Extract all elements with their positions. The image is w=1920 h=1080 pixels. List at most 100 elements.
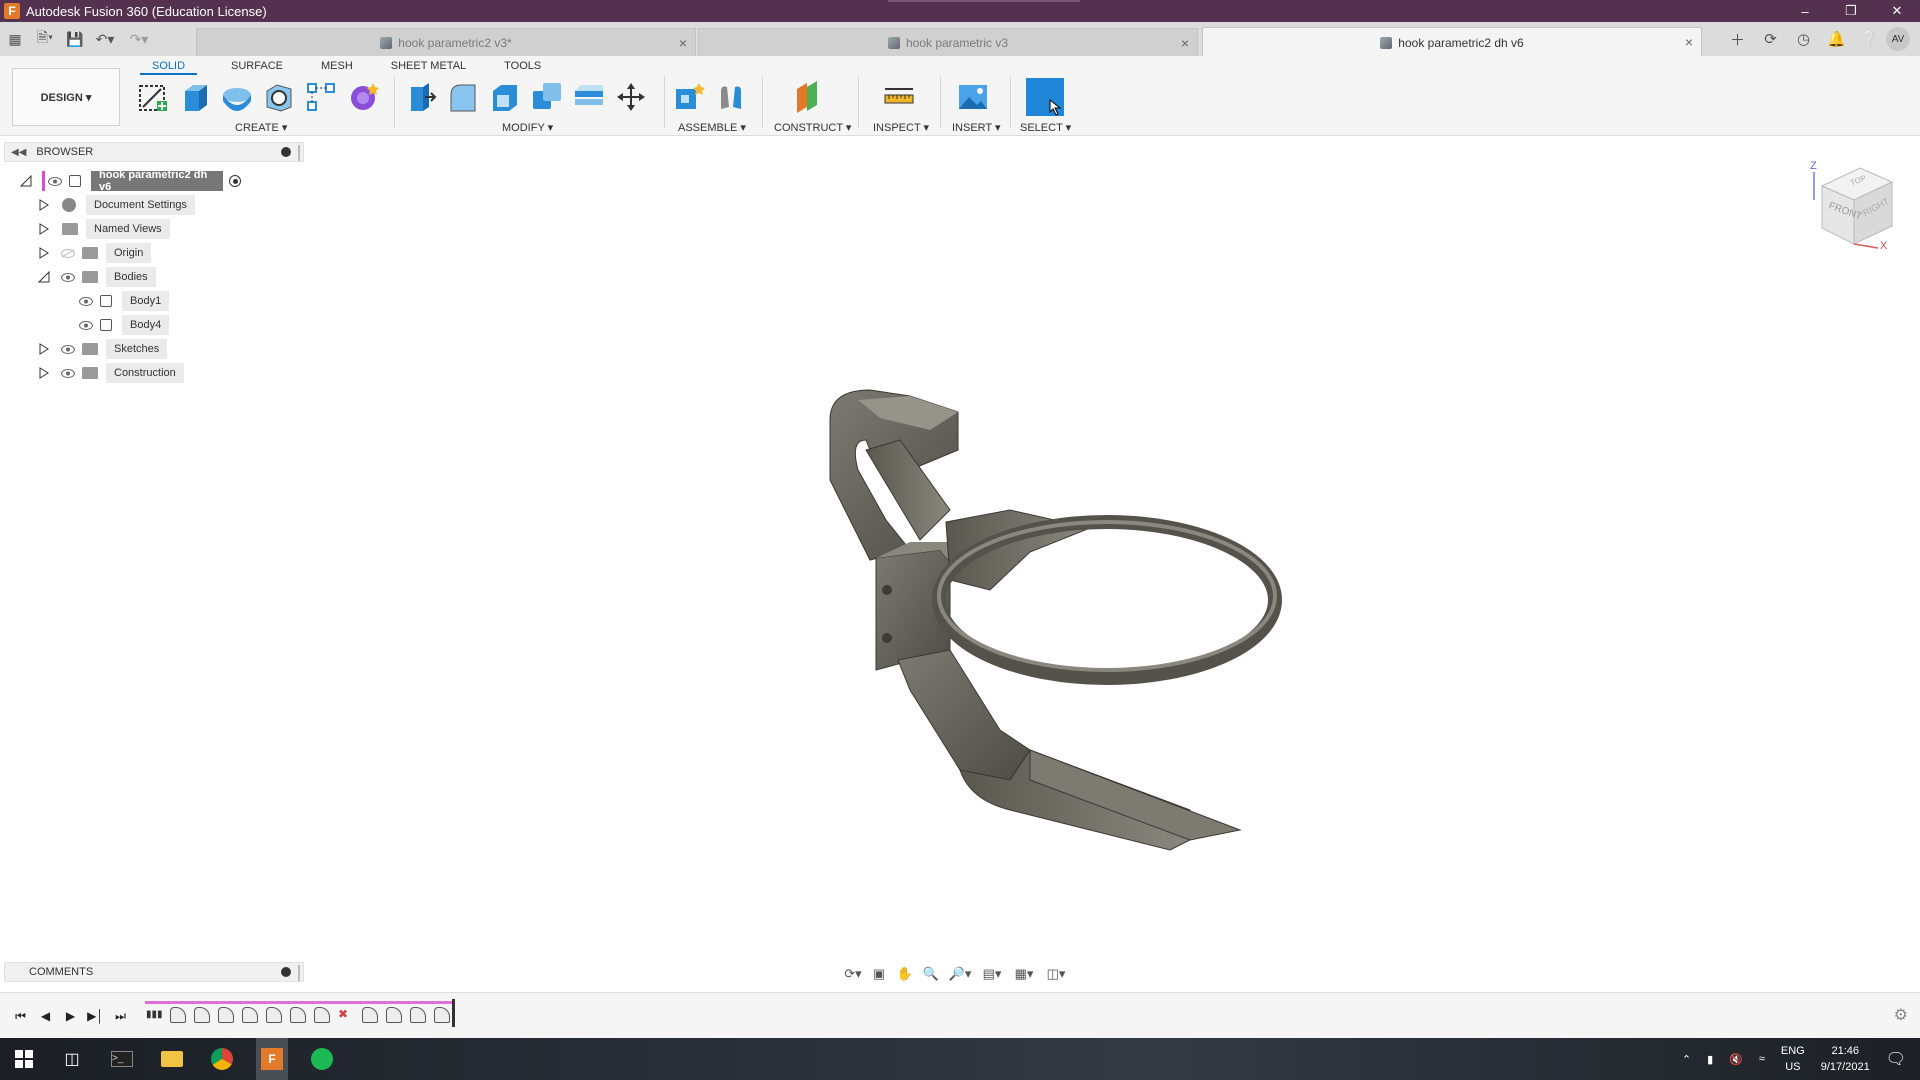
press-pull-icon[interactable] bbox=[404, 80, 438, 114]
visibility-eye-icon[interactable] bbox=[60, 344, 76, 354]
viewport-canvas[interactable] bbox=[310, 150, 1790, 950]
timeline-settings-gear-icon[interactable]: ⚙ bbox=[1894, 1005, 1908, 1025]
timeline-sketch-feature[interactable] bbox=[170, 1007, 186, 1023]
tab-mesh[interactable]: MESH bbox=[309, 59, 365, 75]
timeline-sketch-feature[interactable] bbox=[266, 1007, 282, 1023]
create-form-icon[interactable] bbox=[346, 80, 380, 114]
joint-icon[interactable] bbox=[714, 80, 748, 114]
timeline-sketch-feature[interactable] bbox=[218, 1007, 234, 1023]
tab-hook-parametric2-dh-v6[interactable]: hook parametric2 dh v6 × bbox=[1202, 27, 1702, 57]
timeline-error-feature-icon[interactable]: ✖ bbox=[338, 1007, 354, 1023]
redo-icon[interactable]: ↷▾ bbox=[122, 27, 156, 51]
tree-item-named-views[interactable]: Named Views bbox=[38, 219, 170, 239]
tree-item-body4[interactable]: Body4 bbox=[78, 315, 170, 335]
undo-icon[interactable]: ↶▾ bbox=[88, 27, 122, 51]
timeline-sketch-feature[interactable] bbox=[314, 1007, 330, 1023]
visibility-eye-icon[interactable] bbox=[60, 272, 76, 282]
tab-tools[interactable]: TOOLS bbox=[492, 59, 553, 75]
file-menu-icon[interactable]: 🗎▾ bbox=[28, 27, 62, 51]
restore-icon[interactable]: ❐ bbox=[1828, 0, 1874, 22]
browser-root-node[interactable]: hook parametric2 dh v6 bbox=[20, 169, 241, 193]
minimize-browser-icon[interactable] bbox=[281, 147, 291, 157]
viewports-icon[interactable]: ◫▾ bbox=[1040, 964, 1072, 984]
notification-center-icon[interactable]: 🗨 bbox=[1886, 1049, 1906, 1069]
timeline-sketch-feature[interactable] bbox=[242, 1007, 258, 1023]
fillet-icon[interactable] bbox=[446, 80, 480, 114]
offset-face-icon[interactable] bbox=[572, 80, 606, 114]
data-panel-grid-icon[interactable]: ▦ bbox=[2, 27, 28, 51]
file-explorer-icon[interactable] bbox=[156, 1038, 188, 1080]
notifications-bell-icon[interactable]: 🔔 bbox=[1820, 27, 1853, 51]
new-component-icon[interactable] bbox=[672, 80, 706, 114]
wifi-icon[interactable]: ≈ bbox=[1759, 1053, 1765, 1065]
extensions-icon[interactable]: ⟳ bbox=[1754, 27, 1787, 51]
minimize-icon[interactable]: – bbox=[1782, 0, 1828, 22]
offset-plane-icon[interactable] bbox=[792, 80, 826, 114]
help-icon[interactable]: ❔ bbox=[1853, 27, 1886, 51]
visibility-eye-icon[interactable] bbox=[78, 320, 94, 330]
root-component-label[interactable]: hook parametric2 dh v6 bbox=[91, 169, 223, 193]
tab-sheet-metal[interactable]: SHEET METAL bbox=[379, 59, 478, 75]
display-settings-icon[interactable]: ▤▾ bbox=[976, 964, 1008, 984]
move-copy-icon[interactable] bbox=[614, 80, 648, 114]
add-comment-icon[interactable] bbox=[281, 967, 291, 977]
chrome-icon[interactable] bbox=[206, 1038, 238, 1080]
close-tab-icon[interactable]: × bbox=[1685, 34, 1693, 50]
collapsed-triangle-icon[interactable] bbox=[38, 247, 50, 259]
inspect-group-label[interactable]: INSPECT ▾ bbox=[873, 121, 929, 134]
show-hidden-chevron-icon[interactable]: ⌃ bbox=[1682, 1053, 1691, 1066]
step-back-icon[interactable]: ◀ bbox=[33, 1007, 58, 1025]
visibility-eye-icon[interactable] bbox=[47, 176, 63, 186]
extrude-icon[interactable] bbox=[178, 80, 212, 114]
design-workspace-dropdown[interactable]: DESIGN ▾ bbox=[12, 68, 120, 126]
visibility-eye-icon[interactable] bbox=[78, 296, 94, 306]
grid-settings-icon[interactable]: ▦▾ bbox=[1008, 964, 1040, 984]
fit-icon[interactable]: 🔎▾ bbox=[944, 964, 976, 984]
create-sketch-icon[interactable] bbox=[136, 80, 170, 114]
timeline-sketch-feature[interactable] bbox=[362, 1007, 378, 1023]
select-group-label[interactable]: SELECT ▾ bbox=[1020, 121, 1071, 134]
language-indicator[interactable]: ENG US bbox=[1781, 1043, 1805, 1075]
step-forward-icon[interactable]: ▶│ bbox=[83, 1007, 108, 1025]
close-tab-icon[interactable]: × bbox=[679, 35, 687, 51]
timeline-marker[interactable] bbox=[452, 999, 455, 1027]
terminal-app-icon[interactable]: >_ bbox=[106, 1038, 138, 1080]
pattern-icon[interactable] bbox=[304, 80, 338, 114]
revolve-icon[interactable] bbox=[220, 80, 254, 114]
go-to-start-icon[interactable]: ⏮ bbox=[8, 1007, 33, 1025]
zoom-icon[interactable]: 🔍 bbox=[918, 964, 944, 984]
collapse-double-chevron-icon[interactable]: ◀◀ bbox=[11, 147, 26, 158]
insert-group-label[interactable]: INSERT ▾ bbox=[952, 121, 1001, 134]
visibility-eye-icon[interactable] bbox=[60, 368, 76, 378]
battery-icon[interactable]: ▮ bbox=[1707, 1053, 1713, 1066]
timeline-sketch-feature[interactable] bbox=[194, 1007, 210, 1023]
collapsed-triangle-icon[interactable] bbox=[38, 223, 50, 235]
hidden-eye-icon[interactable] bbox=[60, 248, 76, 258]
measure-icon[interactable] bbox=[882, 80, 916, 114]
select-icon[interactable] bbox=[1026, 78, 1064, 116]
assemble-group-label[interactable]: ASSEMBLE ▾ bbox=[678, 121, 746, 134]
shell-icon[interactable] bbox=[488, 80, 522, 114]
volume-muted-icon[interactable]: 🔇 bbox=[1729, 1053, 1743, 1066]
expanded-triangle-icon[interactable] bbox=[38, 271, 50, 283]
timeline-group-icon[interactable]: ▮▮▮ bbox=[146, 1009, 163, 1021]
pan-hand-icon[interactable]: ✋ bbox=[892, 964, 918, 984]
tree-item-document-settings[interactable]: Document Settings bbox=[38, 195, 195, 215]
construct-group-label[interactable]: CONSTRUCT ▾ bbox=[774, 121, 851, 134]
tree-item-body1[interactable]: Body1 bbox=[78, 291, 170, 311]
panel-resize-handle[interactable] bbox=[298, 145, 300, 161]
view-cube[interactable]: TOP FRONT RIGHT Z X bbox=[1800, 156, 1910, 256]
hole-icon[interactable] bbox=[262, 80, 296, 114]
task-view-icon[interactable]: ◫ bbox=[56, 1038, 88, 1080]
collapsed-triangle-icon[interactable] bbox=[38, 343, 50, 355]
insert-image-icon[interactable] bbox=[956, 80, 990, 114]
play-icon[interactable]: ▶ bbox=[58, 1007, 83, 1025]
windows-start-icon[interactable] bbox=[8, 1038, 40, 1080]
tree-item-origin[interactable]: Origin bbox=[38, 243, 152, 263]
tab-hook-parametric-v3[interactable]: hook parametric v3 × bbox=[698, 28, 1198, 56]
job-status-clock-icon[interactable]: ◷ bbox=[1787, 27, 1820, 51]
close-tab-icon[interactable]: × bbox=[1181, 35, 1189, 51]
tab-solid[interactable]: SOLID bbox=[140, 59, 198, 75]
expanded-triangle-icon[interactable] bbox=[20, 175, 32, 187]
tab-hook-parametric2-v3[interactable]: hook parametric2 v3* × bbox=[196, 28, 696, 56]
